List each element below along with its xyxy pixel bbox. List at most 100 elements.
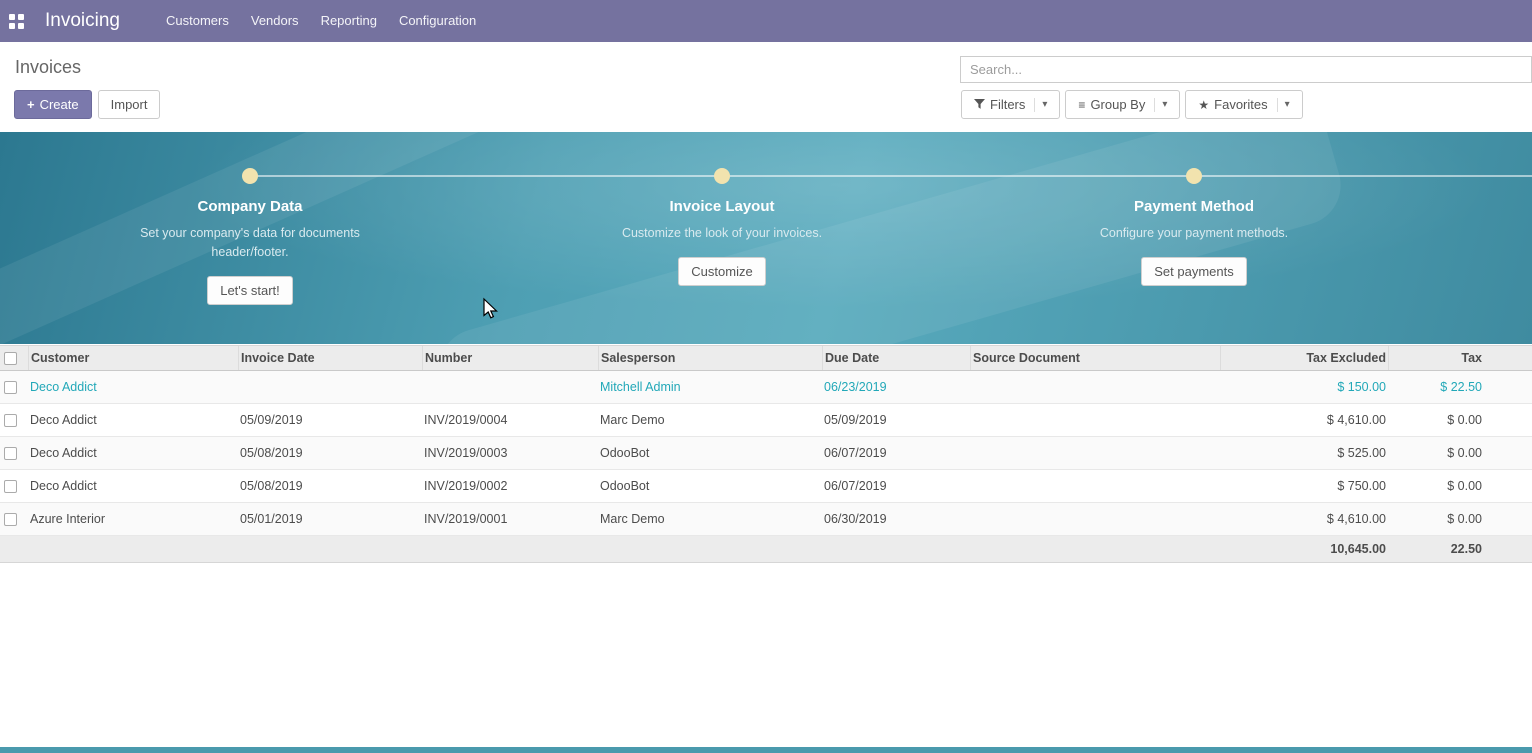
step-description: Configure your payment methods. xyxy=(1079,224,1309,243)
row-checkbox[interactable] xyxy=(4,447,17,460)
onboarding-step-invoice-layout: Invoice Layout Customize the look of you… xyxy=(572,132,872,286)
chevron-down-icon: ▾ xyxy=(1154,98,1167,112)
onboarding-banner: Company Data Set your company's data for… xyxy=(0,132,1532,344)
chevron-down-icon: ▾ xyxy=(1034,98,1047,112)
cell-tax: $ 0.00 xyxy=(1388,479,1532,493)
table-header-row: Customer Invoice Date Number Salesperson… xyxy=(0,345,1532,371)
create-button[interactable]: + Create xyxy=(14,90,92,119)
table-row[interactable]: Deco Addict 05/09/2019 INV/2019/0004 Mar… xyxy=(0,404,1532,437)
cell-customer: Deco Addict xyxy=(28,380,238,394)
action-buttons: + Create Import xyxy=(14,90,160,119)
select-all-checkbox[interactable] xyxy=(4,352,17,365)
step-title: Company Data xyxy=(100,198,400,215)
row-checkbox[interactable] xyxy=(4,513,17,526)
cell-invoice-date: 05/09/2019 xyxy=(238,413,422,427)
invoicing-app: Invoicing Customers Vendors Reporting Co… xyxy=(0,0,1532,753)
cell-tax: $ 0.00 xyxy=(1388,446,1532,460)
control-panel: Invoices + Create Import Filters ▾ ≡ Gro… xyxy=(0,42,1532,130)
top-menu: Customers Vendors Reporting Configuratio… xyxy=(155,0,487,42)
group-by-label: Group By xyxy=(1090,97,1145,112)
invoice-list: Customer Invoice Date Number Salesperson… xyxy=(0,345,1532,563)
cell-tax: $ 22.50 xyxy=(1388,380,1532,394)
bottom-strip xyxy=(0,747,1532,753)
onboarding-step-payment-method: Payment Method Configure your payment me… xyxy=(1044,132,1344,286)
step-title: Payment Method xyxy=(1044,198,1344,215)
favorites-label: Favorites xyxy=(1214,97,1267,112)
top-navbar: Invoicing Customers Vendors Reporting Co… xyxy=(0,0,1532,42)
column-header-tax-excluded[interactable]: Tax Excluded xyxy=(1220,346,1388,370)
group-by-button[interactable]: ≡ Group By ▾ xyxy=(1065,90,1180,119)
app-brand[interactable]: Invoicing xyxy=(45,10,120,32)
cell-tax-excluded: $ 525.00 xyxy=(1220,446,1388,460)
table-row[interactable]: Deco Addict 05/08/2019 INV/2019/0003 Odo… xyxy=(0,437,1532,470)
cell-salesperson: Marc Demo xyxy=(598,413,822,427)
plus-icon: + xyxy=(27,97,35,112)
table-row[interactable]: Azure Interior 05/01/2019 INV/2019/0001 … xyxy=(0,503,1532,536)
cell-salesperson: Marc Demo xyxy=(598,512,822,526)
cell-tax-excluded: $ 750.00 xyxy=(1220,479,1388,493)
column-header-customer[interactable]: Customer xyxy=(28,346,238,370)
menu-reporting[interactable]: Reporting xyxy=(310,0,388,42)
import-button[interactable]: Import xyxy=(98,90,161,119)
cell-number: INV/2019/0003 xyxy=(422,446,598,460)
table-row[interactable]: Deco Addict Mitchell Admin 06/23/2019 $ … xyxy=(0,371,1532,404)
table-footer-row: 10,645.00 22.50 xyxy=(0,536,1532,563)
cell-due-date: 06/07/2019 xyxy=(822,479,970,493)
row-checkbox[interactable] xyxy=(4,381,17,394)
cell-due-date: 05/09/2019 xyxy=(822,413,970,427)
menu-customers[interactable]: Customers xyxy=(155,0,240,42)
row-checkbox[interactable] xyxy=(4,414,17,427)
customize-button[interactable]: Customize xyxy=(678,257,765,286)
column-header-invoice-date[interactable]: Invoice Date xyxy=(238,346,422,370)
group-by-icon: ≡ xyxy=(1078,98,1085,112)
create-button-label: Create xyxy=(40,97,79,112)
step-description: Customize the look of your invoices. xyxy=(607,224,837,243)
filters-button[interactable]: Filters ▾ xyxy=(961,90,1060,119)
cell-customer: Deco Addict xyxy=(28,446,238,460)
set-payments-button[interactable]: Set payments xyxy=(1141,257,1247,286)
table-row[interactable]: Deco Addict 05/08/2019 INV/2019/0002 Odo… xyxy=(0,470,1532,503)
column-header-number[interactable]: Number xyxy=(422,346,598,370)
cell-tax: $ 0.00 xyxy=(1388,413,1532,427)
column-header-salesperson[interactable]: Salesperson xyxy=(598,346,822,370)
step-description: Set your company's data for documents he… xyxy=(135,224,365,262)
cell-due-date: 06/30/2019 xyxy=(822,512,970,526)
star-icon: ★ xyxy=(1198,98,1209,112)
column-header-due-date[interactable]: Due Date xyxy=(822,346,970,370)
cell-tax-excluded: $ 4,610.00 xyxy=(1220,413,1388,427)
cell-tax-excluded: $ 150.00 xyxy=(1220,380,1388,394)
apps-menu-icon[interactable] xyxy=(9,14,24,29)
cell-salesperson: OdooBot xyxy=(598,479,822,493)
cell-invoice-date: 05/08/2019 xyxy=(238,479,422,493)
favorites-button[interactable]: ★ Favorites ▾ xyxy=(1185,90,1302,119)
total-tax: 22.50 xyxy=(1388,542,1532,556)
menu-vendors[interactable]: Vendors xyxy=(240,0,310,42)
onboarding-step-company-data: Company Data Set your company's data for… xyxy=(100,132,400,305)
total-tax-excluded: 10,645.00 xyxy=(1220,542,1388,556)
search-input[interactable] xyxy=(960,56,1532,83)
cell-customer: Deco Addict xyxy=(28,479,238,493)
row-checkbox[interactable] xyxy=(4,480,17,493)
cell-due-date: 06/07/2019 xyxy=(822,446,970,460)
cell-number: INV/2019/0002 xyxy=(422,479,598,493)
search-filter-controls: Filters ▾ ≡ Group By ▾ ★ Favorites ▾ xyxy=(961,90,1303,119)
cell-number: INV/2019/0001 xyxy=(422,512,598,526)
menu-configuration[interactable]: Configuration xyxy=(388,0,487,42)
table-body: Deco Addict Mitchell Admin 06/23/2019 $ … xyxy=(0,371,1532,536)
cell-invoice-date: 05/01/2019 xyxy=(238,512,422,526)
breadcrumb: Invoices xyxy=(15,57,81,78)
cell-customer: Deco Addict xyxy=(28,413,238,427)
lets-start-button[interactable]: Let's start! xyxy=(207,276,293,305)
column-header-tax[interactable]: Tax xyxy=(1388,346,1532,370)
cell-due-date: 06/23/2019 xyxy=(822,380,970,394)
cell-tax: $ 0.00 xyxy=(1388,512,1532,526)
column-header-source-document[interactable]: Source Document xyxy=(970,346,1220,370)
cell-tax-excluded: $ 4,610.00 xyxy=(1220,512,1388,526)
cell-invoice-date: 05/08/2019 xyxy=(238,446,422,460)
select-all-cell xyxy=(0,352,28,365)
cell-number: INV/2019/0004 xyxy=(422,413,598,427)
cell-salesperson: Mitchell Admin xyxy=(598,380,822,394)
cell-customer: Azure Interior xyxy=(28,512,238,526)
chevron-down-icon: ▾ xyxy=(1277,98,1290,112)
cell-salesperson: OdooBot xyxy=(598,446,822,460)
